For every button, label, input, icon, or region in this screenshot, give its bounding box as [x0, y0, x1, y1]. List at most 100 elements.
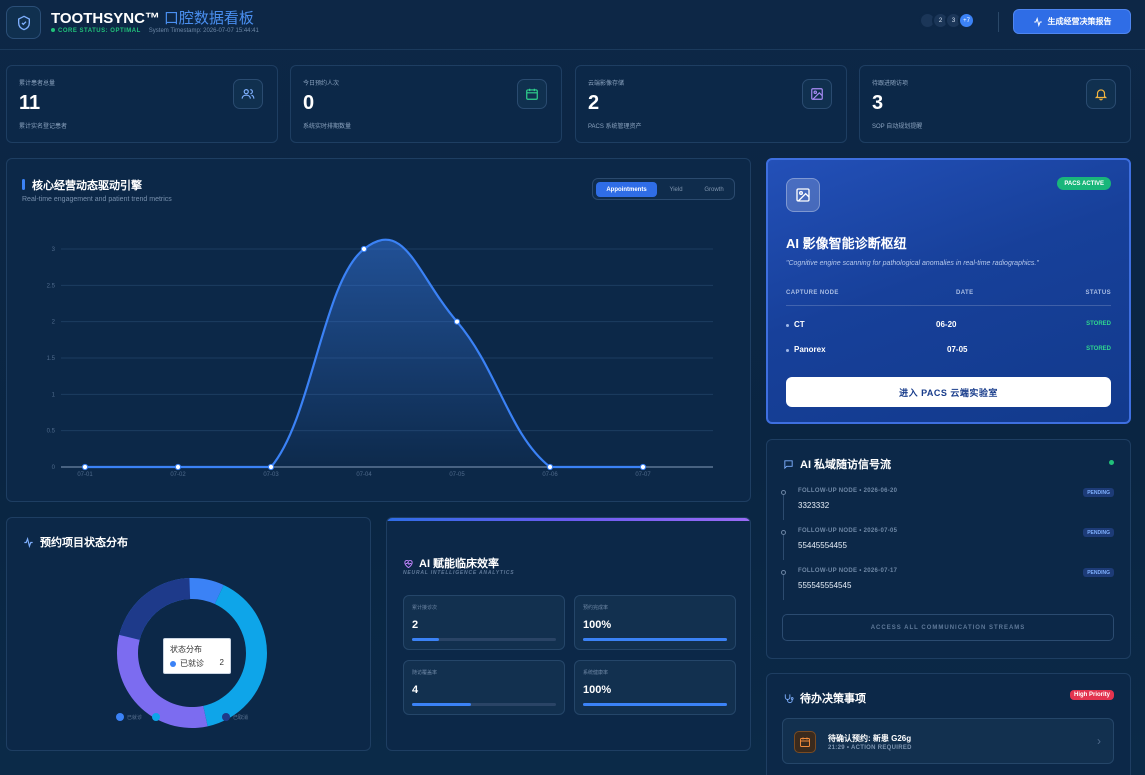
- legend-dot: [187, 713, 196, 721]
- todo-main-text: 待确认预约: 新患 G26g: [828, 734, 912, 743]
- avatar-more[interactable]: +7: [958, 12, 975, 29]
- metric-progress-track: [583, 638, 727, 641]
- metric-tabs: Appointments Yield Growth: [592, 178, 735, 200]
- y-tick-label: 3: [52, 247, 56, 253]
- metric-progress-track: [412, 638, 556, 641]
- tooltip-dot: [170, 661, 176, 667]
- image-icon: [786, 178, 820, 212]
- status-badge: PENDING: [1083, 528, 1114, 537]
- tab-growth[interactable]: Growth: [695, 182, 733, 197]
- stat-label: 云端影像存储: [588, 81, 625, 87]
- calendar-icon: [794, 731, 816, 753]
- tab-appointments[interactable]: Appointments: [596, 182, 657, 197]
- data-point[interactable]: [639, 463, 647, 471]
- followup-card: AI 私域随访信号流 FOLLOW-UP NODE • 2026-06-20 3…: [766, 439, 1131, 659]
- table-row[interactable]: Panorex 07-05 STORED: [786, 345, 1111, 359]
- metric-label: 预约完成率: [583, 605, 609, 611]
- stat-desc: SOP 自动规划提醒: [872, 124, 923, 130]
- metric-card[interactable]: 预约完成率 100%: [574, 595, 736, 650]
- x-tick-label: 07-03: [263, 472, 279, 478]
- activity-icon: [1033, 16, 1042, 27]
- report-button-label: 生成经营决策报告: [1047, 17, 1112, 26]
- data-point[interactable]: [81, 463, 89, 471]
- metric-value: 4: [412, 684, 419, 696]
- capture-status: STORED: [1086, 346, 1111, 352]
- stat-label: 待跟进随访项: [872, 81, 909, 87]
- legend-label: 已就诊: [127, 714, 143, 721]
- col-status: STATUS: [1085, 290, 1111, 296]
- tooltip-name: 已就诊: [180, 659, 204, 668]
- donut-segment-cancelled[interactable]: [119, 578, 191, 640]
- pacs-card: PACS ACTIVE AI 影像智能诊断枢纽 "Cognitive engin…: [766, 158, 1131, 424]
- x-tick-label: 07-06: [542, 472, 558, 478]
- col-date: DATE: [956, 290, 974, 296]
- followup-title: AI 私域随访信号流: [783, 456, 891, 472]
- list-item[interactable]: FOLLOW-UP NODE • 2026-07-05 55445554455 …: [781, 528, 1114, 560]
- access-streams-button[interactable]: ACCESS ALL COMMUNICATION STREAMS: [782, 614, 1114, 641]
- metric-card[interactable]: 系统健康率 100%: [574, 660, 736, 715]
- data-point[interactable]: [174, 463, 182, 471]
- users-icon: [233, 79, 263, 109]
- followup-label: FOLLOW-UP NODE • 2026-07-05: [798, 528, 898, 534]
- legend-item[interactable]: [187, 713, 198, 721]
- todo-item[interactable]: 待确认预约: 新患 G26g 21:29 • ACTION REQUIRED ›: [782, 718, 1114, 764]
- distribution-title: 预约项目状态分布: [23, 534, 128, 550]
- donut-legend: 已就诊 已取消: [116, 713, 248, 721]
- stat-label: 累计患者总量: [19, 81, 56, 87]
- stat-desc: PACS 系统管理资产: [588, 124, 642, 130]
- legend-dot: [116, 713, 124, 721]
- legend-item[interactable]: 已就诊: [116, 713, 142, 721]
- y-tick-label: 2.5: [47, 283, 56, 289]
- metric-label: 系统健康率: [583, 670, 609, 676]
- legend-item[interactable]: [152, 713, 163, 721]
- followup-value: 555545554545: [798, 581, 852, 590]
- stat-card-appointments[interactable]: 今日预约人次 0 系统实时排期数量: [290, 65, 562, 143]
- metric-progress-fill: [583, 703, 727, 706]
- top-header: TOOTHSYNC™ 口腔数据看板 CORE STATUS: OPTIMAL Sys…: [0, 0, 1145, 50]
- data-point[interactable]: [267, 463, 275, 471]
- engagement-area-chart: 0 0.5 1 1.5 2 2.5 3 07-01 07-02 07-03 07-04 07-05 07…: [47, 238, 713, 478]
- stat-value: 3: [872, 92, 884, 114]
- y-tick-label: 0: [52, 465, 56, 471]
- timeline-line: [783, 572, 784, 600]
- pacs-title: AI 影像智能诊断枢纽: [786, 236, 907, 251]
- generate-report-button[interactable]: 生成经营决策报告: [1013, 9, 1131, 34]
- capture-status: STORED: [1086, 321, 1111, 327]
- data-point[interactable]: [453, 318, 461, 325]
- stat-card-imaging[interactable]: 云端影像存储 2 PACS 系统管理资产: [575, 65, 847, 143]
- timeline-line: [783, 492, 784, 520]
- data-point[interactable]: [546, 463, 554, 471]
- data-point[interactable]: [360, 245, 368, 253]
- stat-desc: 累计实名登记患者: [19, 124, 68, 130]
- priority-badge: High Priority: [1069, 690, 1114, 700]
- x-tick-label: 07-02: [170, 472, 186, 478]
- shield-check-icon: [17, 15, 30, 30]
- series-area: [85, 239, 643, 467]
- legend-item[interactable]: 已取消: [222, 713, 248, 721]
- engine-title-text: 核心经营动态驱动引擎: [32, 180, 142, 192]
- tab-yield[interactable]: Yield: [659, 182, 693, 197]
- table-row[interactable]: CT 06-20 STORED: [786, 320, 1111, 334]
- metric-card[interactable]: 随访覆盖率 4: [403, 660, 565, 715]
- avatar-group[interactable]: 2 3 +7: [919, 12, 975, 29]
- metric-progress-track: [412, 703, 556, 706]
- heart-pulse-icon: [404, 559, 413, 569]
- status-badge: PENDING: [1083, 488, 1114, 497]
- y-tick-label: 1: [52, 392, 56, 398]
- image-icon: [802, 79, 832, 109]
- x-tick-label: 07-05: [449, 472, 465, 478]
- y-tick-label: 2: [52, 320, 56, 326]
- list-item[interactable]: FOLLOW-UP NODE • 2026-06-20 3323332 PEND…: [781, 488, 1114, 520]
- metric-progress-track: [583, 703, 727, 706]
- stat-card-followups[interactable]: 待跟进随访项 3 SOP 自动规划提醒: [859, 65, 1131, 143]
- metric-card[interactable]: 累计接诊次 2: [403, 595, 565, 650]
- y-tick-label: 0.5: [47, 429, 56, 435]
- status-dot: [51, 28, 55, 33]
- capture-node: Panorex: [794, 345, 826, 354]
- followup-value: 55445554455: [798, 541, 847, 550]
- enter-pacs-button[interactable]: 进入 PACS 云端实验室: [786, 377, 1111, 407]
- col-capture-node: CAPTURE NODE: [786, 290, 839, 296]
- chevron-right-icon: ›: [1097, 734, 1101, 748]
- list-item[interactable]: FOLLOW-UP NODE • 2026-07-17 555545554545…: [781, 568, 1114, 600]
- stat-card-patients[interactable]: 累计患者总量 11 累计实名登记患者: [6, 65, 278, 143]
